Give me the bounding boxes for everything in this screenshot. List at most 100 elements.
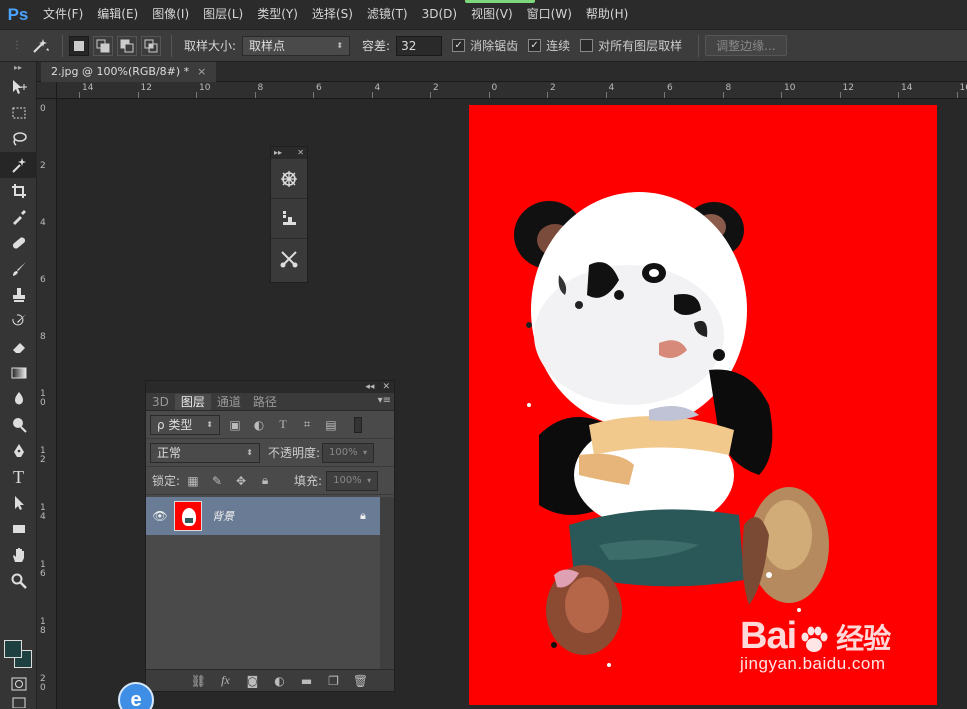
lock-image-pixels-icon[interactable]: ✎ [208, 474, 226, 488]
ruler-label: 16 [959, 83, 967, 93]
new-group-icon[interactable]: ▬ [293, 674, 320, 688]
lock-all-icon[interactable]: 🔒︎ [256, 473, 274, 488]
tab-layers[interactable]: 图层 [174, 394, 211, 410]
link-layers-icon[interactable]: ⛓ [185, 674, 212, 688]
magic-wand-tool-preset-icon[interactable] [26, 37, 56, 55]
ruler-tick [956, 92, 958, 98]
pen-tool-icon[interactable] [0, 438, 37, 464]
menu-item-8[interactable]: 视图(V) [464, 0, 520, 29]
subtract-from-selection-mode-button[interactable] [117, 35, 137, 56]
new-layer-icon[interactable]: ❐ [320, 674, 347, 688]
fill-input[interactable]: 100% ▾ [326, 470, 379, 491]
layer-style-icon[interactable]: fx [212, 673, 239, 688]
close-document-icon[interactable]: × [197, 62, 206, 82]
filter-smart-object-icon[interactable]: ▤ [322, 418, 340, 432]
document-tab[interactable]: 2.jpg @ 100%(RGB/8#) * × [41, 62, 217, 82]
quick-mask-icon[interactable] [0, 671, 37, 697]
eraser-tool-icon[interactable] [0, 334, 37, 360]
tool-presets-panel-icon[interactable] [271, 239, 307, 279]
layers-scrollbar[interactable] [380, 497, 394, 669]
menu-item-6[interactable]: 滤镜(T) [360, 0, 415, 29]
crop-tool-icon[interactable] [0, 178, 37, 204]
menu-item-7[interactable]: 3D(D) [415, 0, 464, 29]
new-adjustment-layer-icon[interactable]: ◐ [266, 674, 293, 688]
healing-brush-tool-icon[interactable] [0, 230, 37, 256]
visibility-eye-icon[interactable]: 👁︎ [146, 509, 174, 523]
lasso-tool-icon[interactable] [0, 126, 37, 152]
filter-adjustment-icon[interactable]: ◐ [250, 418, 268, 432]
path-selection-tool-icon[interactable] [0, 490, 37, 516]
menu-item-4[interactable]: 类型(Y) [250, 0, 305, 29]
horizontal-ruler[interactable]: 14 12 10 8 6 4 2 0 2 4 6 8 10 12 14 16 [57, 82, 967, 99]
filter-pixel-icon[interactable]: ▣ [226, 418, 244, 432]
new-selection-mode-button[interactable] [69, 35, 89, 56]
contiguous-check-icon: ✓ [528, 39, 542, 52]
gradient-tool-icon[interactable] [0, 360, 37, 386]
options-grip-icon: ⋮ [12, 40, 22, 51]
brush-tool-icon[interactable] [0, 256, 37, 282]
sample-size-select[interactable]: 取样点 ⬍ [242, 35, 351, 56]
intersect-selection-mode-button[interactable] [141, 35, 161, 56]
type-tool-icon[interactable]: T [0, 464, 37, 490]
filter-toggle[interactable] [354, 416, 362, 433]
refine-edge-button[interactable]: 调整边缘... [705, 35, 787, 56]
rectangle-tool-icon[interactable] [0, 516, 37, 542]
blend-mode-select[interactable]: 正常 ⬍ [150, 442, 260, 463]
layer-thumbnail [174, 501, 202, 531]
tolerance-input[interactable]: 32 [396, 35, 443, 56]
close-layers-icon[interactable]: ✕ [382, 382, 390, 392]
opacity-input[interactable]: 100% ▾ [322, 442, 375, 463]
foreground-color-swatch[interactable] [4, 640, 22, 658]
add-mask-icon[interactable]: ◙ [239, 674, 266, 688]
magic-wand-tool-icon[interactable] [0, 152, 37, 178]
close-panel-icon[interactable]: ✕ [297, 147, 304, 159]
mini-panel-header[interactable]: ▸▸ ✕ [271, 147, 307, 159]
marquee-tool-icon[interactable] [0, 100, 37, 126]
ruler-label: 1 8 [40, 617, 46, 636]
eyedropper-tool-icon[interactable] [0, 204, 37, 230]
layer-name[interactable]: 背景 [212, 508, 360, 524]
filter-type-icon[interactable]: T [274, 417, 292, 432]
move-tool-icon[interactable] [0, 74, 37, 100]
screen-mode-icon[interactable] [0, 695, 37, 709]
clone-source-panel-icon[interactable] [271, 199, 307, 239]
color-swatches[interactable] [4, 640, 34, 670]
sample-all-layers-checkbox[interactable]: 对所有图层取样 [580, 37, 682, 54]
hand-tool-icon[interactable] [0, 542, 37, 568]
tab-paths[interactable]: 路径 [247, 394, 283, 410]
antialias-checkbox[interactable]: ✓ 消除锯齿 [452, 37, 518, 54]
tab-3d[interactable]: 3D [146, 394, 175, 410]
clone-stamp-tool-icon[interactable] [0, 282, 37, 308]
layer-row-background[interactable]: 👁︎ 背景 🔒︎ [146, 497, 380, 535]
vertical-ruler[interactable]: 0 2 4 6 8 1 0 1 2 1 4 1 6 1 8 2 0 [37, 99, 57, 709]
expand-panel-icon[interactable]: ▸▸ [274, 147, 282, 159]
collapse-layers-icon[interactable]: ◂◂ [365, 382, 374, 392]
ruler-origin[interactable] [37, 82, 57, 99]
sample-all-layers-check-icon [580, 39, 594, 52]
contiguous-checkbox[interactable]: ✓ 连续 [528, 37, 570, 54]
document-tab-bar: 2.jpg @ 100%(RGB/8#) * × [37, 62, 967, 82]
panel-menu-icon[interactable]: ▾≡ [378, 395, 391, 406]
dashboard-panel-icon[interactable] [271, 159, 307, 199]
menu-item-0[interactable]: 文件(F) [36, 0, 90, 29]
zoom-tool-icon[interactable] [0, 568, 37, 594]
menu-item-5[interactable]: 选择(S) [305, 0, 360, 29]
menu-item-9[interactable]: 窗口(W) [520, 0, 579, 29]
menu-item-1[interactable]: 编辑(E) [90, 0, 145, 29]
blur-tool-icon[interactable] [0, 386, 37, 412]
opacity-dropdown-icon: ▾ [363, 448, 368, 457]
layer-filter-select[interactable]: ρ 类型 ⬍ [150, 414, 220, 435]
add-to-selection-mode-button[interactable] [93, 35, 113, 56]
menu-item-3[interactable]: 图层(L) [196, 0, 250, 29]
layers-panel-header[interactable]: ◂◂ ✕ [146, 381, 394, 393]
history-brush-tool-icon[interactable] [0, 308, 37, 334]
lock-position-icon[interactable]: ✥ [232, 474, 250, 488]
dodge-tool-icon[interactable] [0, 412, 37, 438]
menu-item-2[interactable]: 图像(I) [145, 0, 196, 29]
tab-channels[interactable]: 通道 [211, 394, 247, 410]
lock-transparent-pixels-icon[interactable]: ▦ [184, 474, 202, 488]
delete-layer-icon[interactable]: 🗑︎ [347, 674, 374, 688]
filter-shape-icon[interactable]: ⌗ [298, 417, 316, 432]
menu-item-10[interactable]: 帮助(H) [579, 0, 635, 29]
collapse-panel-icon[interactable]: ▸▸ [0, 62, 36, 74]
